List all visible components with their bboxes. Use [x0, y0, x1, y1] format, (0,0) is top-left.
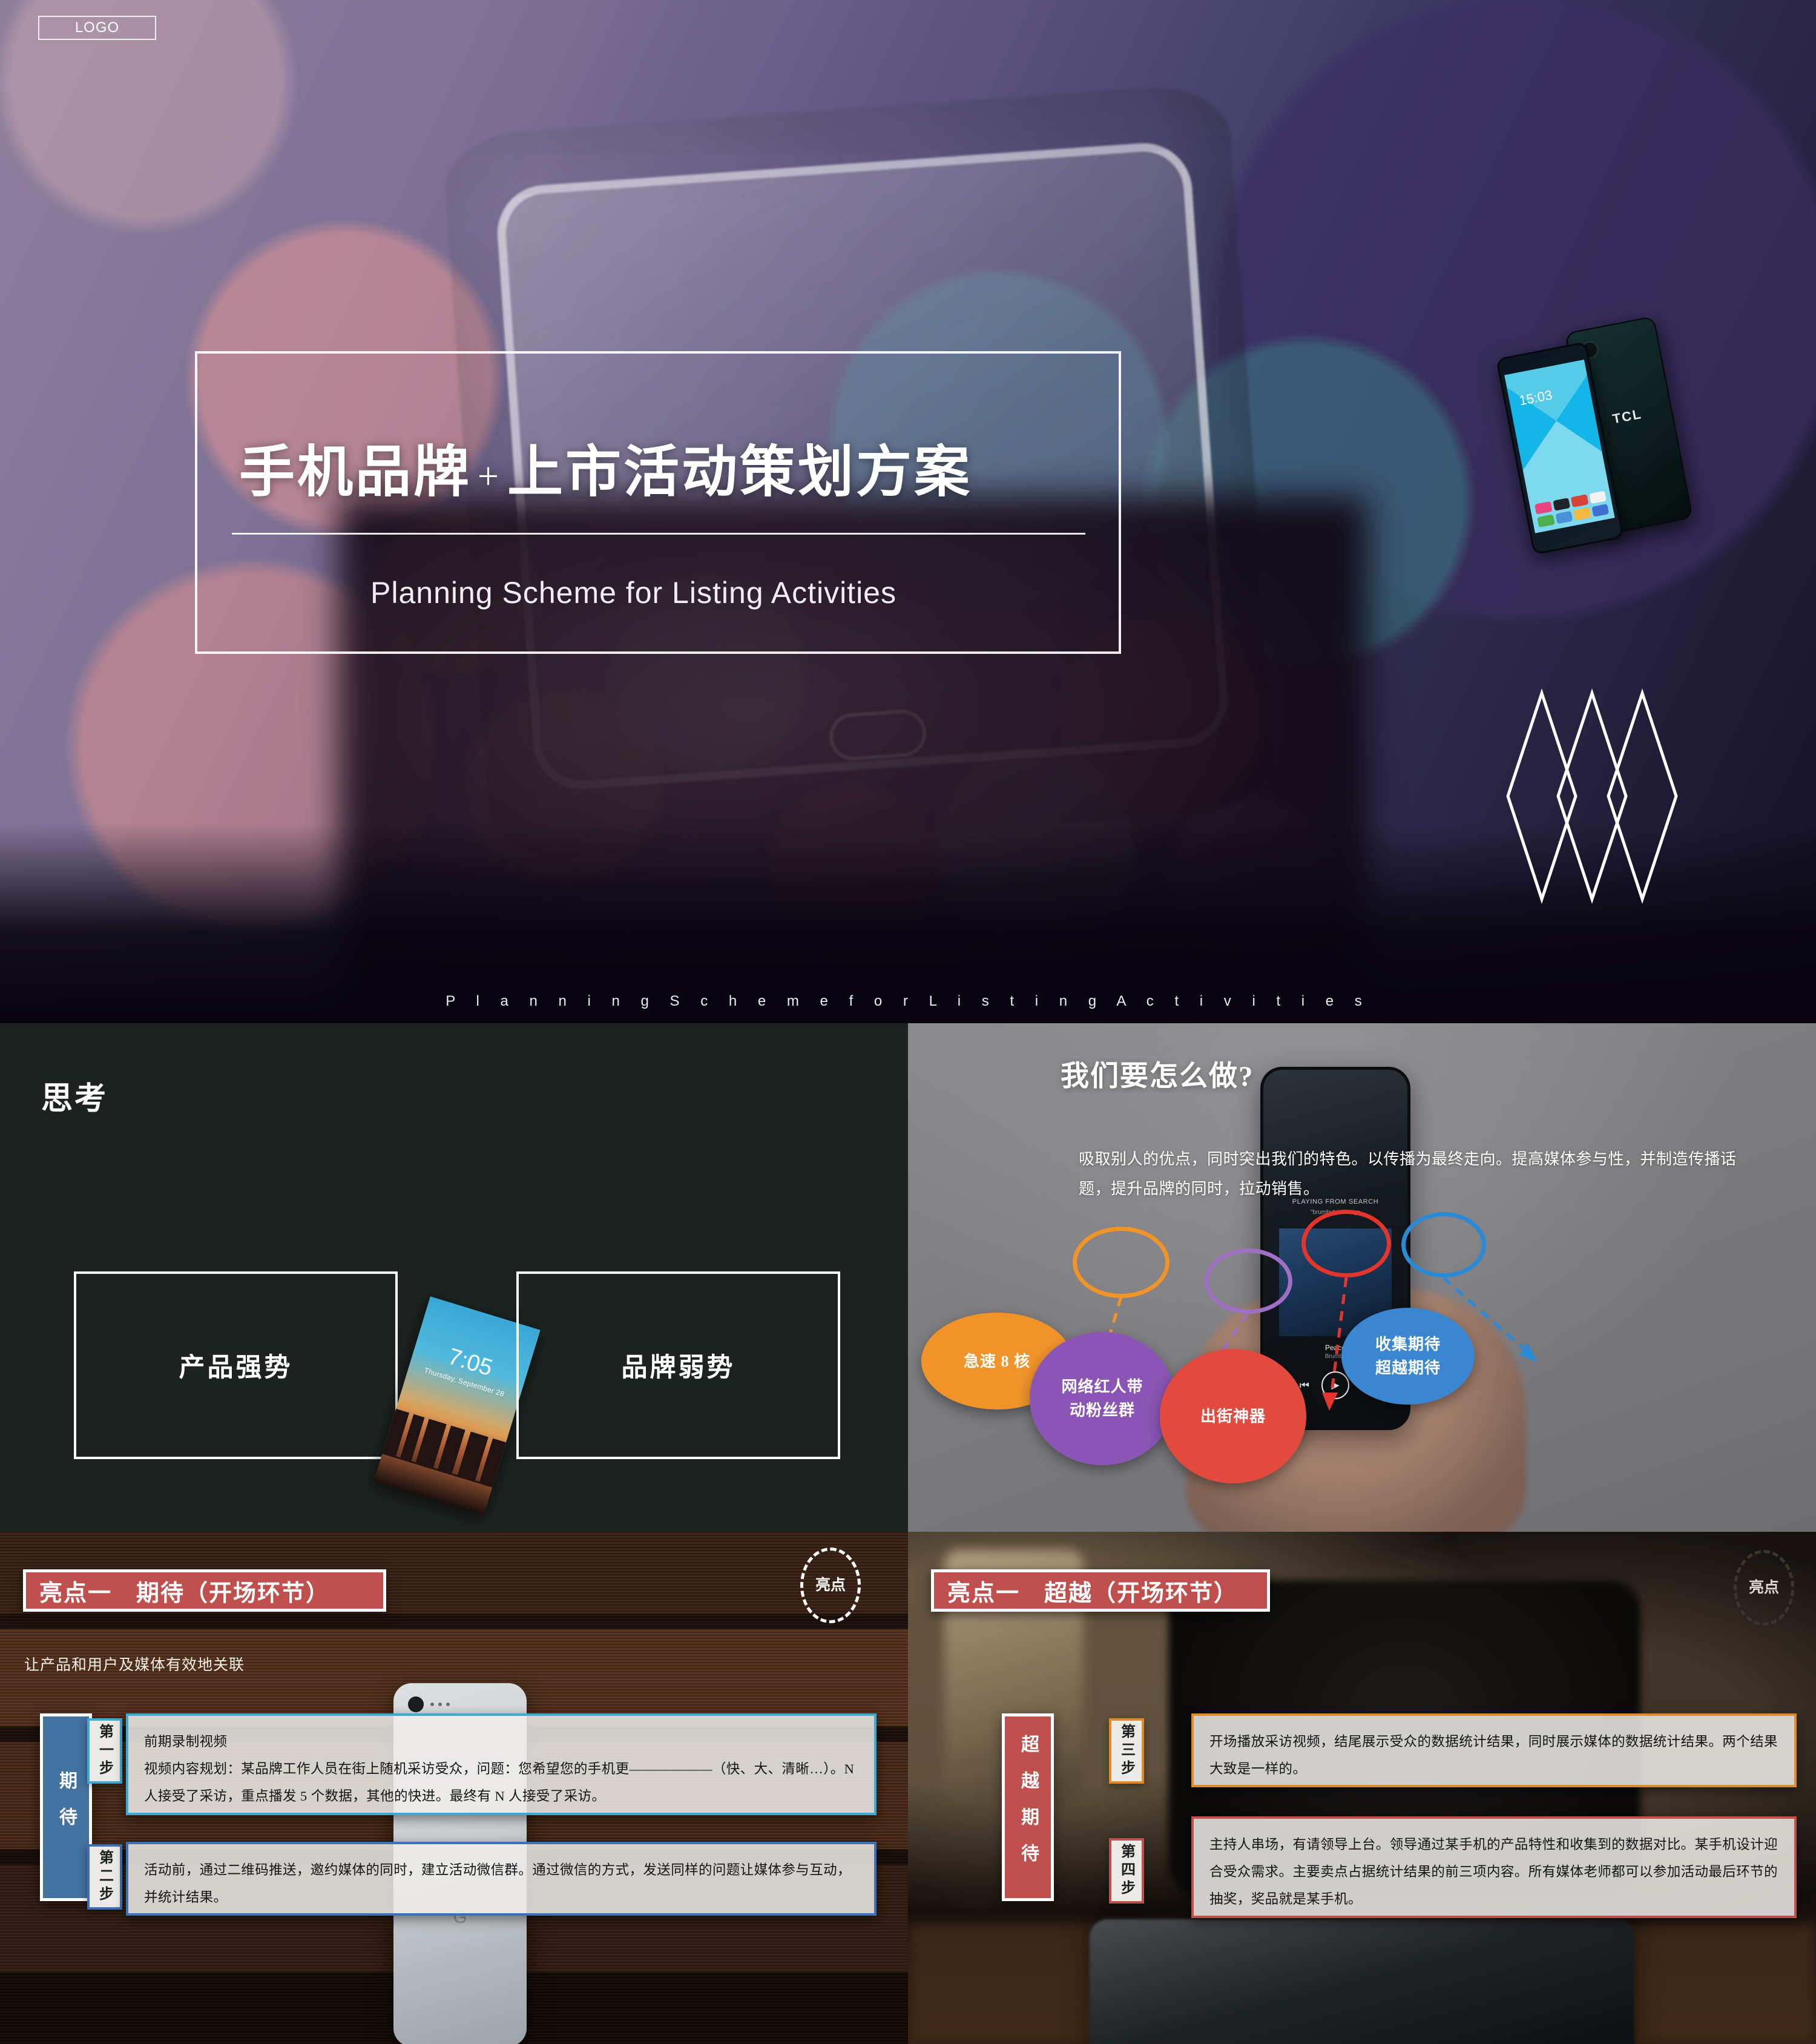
- highlight-circle-blue: [1401, 1212, 1486, 1278]
- phone-clock-label: 15:03: [1518, 387, 1554, 409]
- slide2-title: 思考: [41, 1082, 108, 1116]
- slide3-title: 我们要怎么做?: [1061, 1061, 1254, 1092]
- step-3-textbox: 开场播放采访视频，结尾展示受众的数据统计结果，同时展示媒体的数据统计结果。两个结…: [1191, 1713, 1797, 1787]
- brand-weakness-label: 品牌弱势: [621, 1354, 735, 1382]
- product-strength-box: 产品强势: [74, 1271, 398, 1459]
- ellipse-influencer-fans[interactable]: 网络红人带 动粉丝群: [1030, 1332, 1175, 1465]
- ellipse-label-3: 出街神器: [1200, 1407, 1266, 1425]
- highlight-badge-dark: 亮点: [1734, 1550, 1794, 1626]
- contacts-icon: [1555, 510, 1573, 524]
- slide-thinking: 思考 产品强势 7:05 Thursday, September 28 品牌弱势: [0, 1023, 908, 1532]
- camera-lens-icon: [408, 1696, 424, 1712]
- highlight-badge-label: 亮点: [815, 1577, 846, 1594]
- slide-deck: LOGO 手机品牌 + 上市活动策划方案 Planning Scheme for L…: [0, 0, 1816, 2044]
- messages-icon: [1573, 507, 1591, 521]
- highlight-circle-red: [1301, 1210, 1391, 1278]
- step-2-chip: 第二步: [87, 1844, 122, 1910]
- slide-footer-text: P l a n n i n g S c h e m e f o r L i s …: [446, 993, 1370, 1009]
- logo-placeholder[interactable]: LOGO: [38, 16, 156, 40]
- title-secondary: 上市活动策划方案: [507, 441, 972, 503]
- previous-icon[interactable]: ⏮: [1300, 1379, 1309, 1392]
- dark-phone-image: [1090, 1919, 1634, 2044]
- slide5-header-label: 亮点一 超越（开场环节）: [934, 1572, 1267, 1609]
- step-1-chip-label: 第一步: [96, 1724, 113, 1778]
- music-icon: [1534, 501, 1553, 515]
- title-plus: +: [478, 456, 501, 497]
- highlight-circle-purple: [1205, 1248, 1292, 1314]
- slide4-header-label: 亮点一 期待（开场环节）: [26, 1572, 383, 1609]
- logo-label: LOGO: [74, 19, 120, 36]
- camera-app-icon: [1552, 498, 1571, 511]
- slide4-header-bar: 亮点一 期待（开场环节）: [23, 1569, 386, 1612]
- title-main: 手机品牌: [239, 441, 472, 503]
- slide-how-to-do: PLAYING FROM SEARCH "brumby" in Songs Pe…: [908, 1023, 1816, 1532]
- ellipse-label-4: 收集期待 超越期待: [1375, 1336, 1441, 1377]
- step-4-chip-label: 第四步: [1118, 1844, 1134, 1898]
- phone-app-icon: [1537, 514, 1555, 528]
- step-2-chip-label: 第二步: [96, 1850, 113, 1904]
- slide5-header-bar: 亮点一 超越（开场环节）: [931, 1569, 1270, 1612]
- slide4-vertical-tab: 期待: [40, 1713, 92, 1901]
- ellipse-label-2: 网络红人带 动粉丝群: [1061, 1378, 1143, 1419]
- slide4-vertical-tab-label: 期待: [56, 1771, 76, 1844]
- sensor-dots-icon: [430, 1702, 454, 1707]
- page-title: 手机品牌 + 上市活动策划方案: [239, 427, 972, 507]
- title-divider: [232, 533, 1085, 535]
- play-icon[interactable]: ▶: [1321, 1371, 1349, 1399]
- ellipse-street-artifact[interactable]: 出街神器: [1160, 1349, 1306, 1483]
- slide4-subtitle: 让产品和用户及媒体有效地关联: [24, 1657, 245, 1673]
- highlight-badge: 亮点: [800, 1548, 861, 1623]
- google-plus-icon: [1570, 494, 1589, 508]
- lockscreen-phone-image: 7:05 Thursday, September 28: [373, 1296, 541, 1515]
- step-1-textbox: 前期录制视频 视频内容规划：某品牌工作人员在街上随机采访受众，问题：您希望您的手…: [126, 1713, 877, 1815]
- slide5-vertical-tab-label: 超越期待: [1018, 1735, 1038, 1880]
- phone-app-grid: [1534, 490, 1610, 528]
- ellipse-collect-exceed[interactable]: 收集期待 超越期待: [1341, 1308, 1475, 1405]
- slide5-vertical-tab: 超越期待: [1002, 1713, 1054, 1901]
- product-strength-label: 产品强势: [179, 1354, 293, 1382]
- slide-title: LOGO 手机品牌 + 上市活动策划方案 Planning Scheme for L…: [0, 0, 1816, 1023]
- step-4-chip: 第四步: [1109, 1838, 1144, 1904]
- step-1-chip: 第一步: [87, 1718, 122, 1784]
- highlight-badge-dark-label: 亮点: [1748, 1579, 1779, 1596]
- highlight-circle-orange: [1073, 1227, 1170, 1298]
- step-2-textbox: 活动前，通过二维码推送，邀约媒体的同时，建立活动微信群。通过微信的方式，发送同样…: [126, 1842, 877, 1916]
- browser-icon: [1591, 504, 1610, 517]
- diamond-decoration: [1504, 675, 1680, 917]
- ellipse-label-1: 急速 8 核: [963, 1352, 1030, 1370]
- play-store-icon: [1588, 490, 1607, 504]
- step-3-chip: 第三步: [1109, 1718, 1144, 1784]
- slide3-paragraph: 吸取别人的优点，同时突出我们的特色。以传播为最终走向。提高媒体参与性，并制造传播…: [1079, 1150, 1737, 1198]
- step-4-textbox: 主持人串场，有请领导上台。领导通过某手机的产品特性和收集到的数据对比。某手机设计…: [1191, 1816, 1797, 1918]
- brand-weakness-box: 品牌弱势: [516, 1271, 840, 1459]
- step-3-chip-label: 第三步: [1118, 1724, 1134, 1778]
- title-subtitle-en: Planning Scheme for Listing Activities: [370, 576, 896, 610]
